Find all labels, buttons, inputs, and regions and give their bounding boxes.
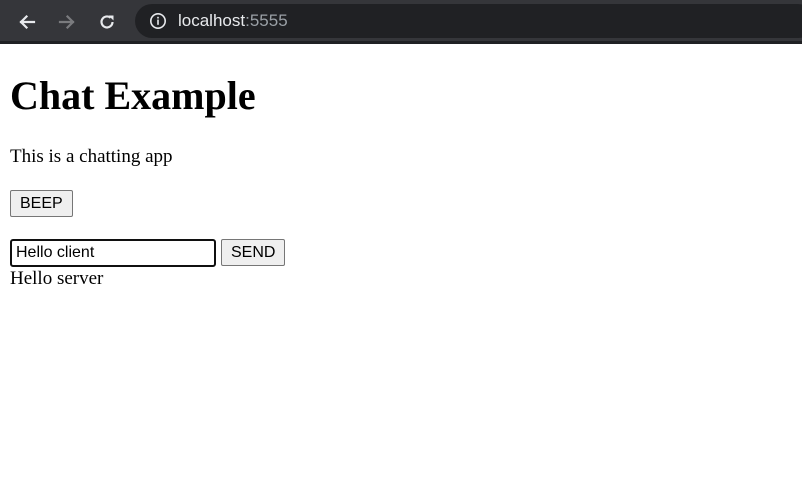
beep-button[interactable]: BEEP — [10, 190, 73, 217]
url-port: :5555 — [245, 11, 288, 30]
reload-icon — [100, 15, 114, 29]
info-icon[interactable] — [149, 12, 167, 30]
forward-button[interactable] — [53, 8, 81, 36]
arrow-left-icon — [19, 14, 36, 30]
arrow-right-icon — [58, 14, 75, 30]
message-log: Hello server — [10, 267, 103, 291]
reload-button[interactable] — [93, 8, 121, 36]
message-item: Hello server — [10, 268, 104, 289]
browser-toolbar: localhost:5555 — [0, 0, 802, 44]
back-button[interactable] — [13, 8, 41, 36]
send-button[interactable]: SEND — [221, 239, 286, 266]
message-input[interactable] — [10, 239, 216, 267]
page-content: Chat Example This is a chatting app BEEP… — [0, 44, 802, 487]
page-title: Chat Example — [10, 73, 256, 118]
address-bar[interactable]: localhost:5555 — [135, 4, 802, 38]
url-text: localhost:5555 — [178, 11, 288, 31]
page-description: This is a chatting app — [10, 146, 173, 167]
url-host: localhost — [178, 11, 246, 30]
